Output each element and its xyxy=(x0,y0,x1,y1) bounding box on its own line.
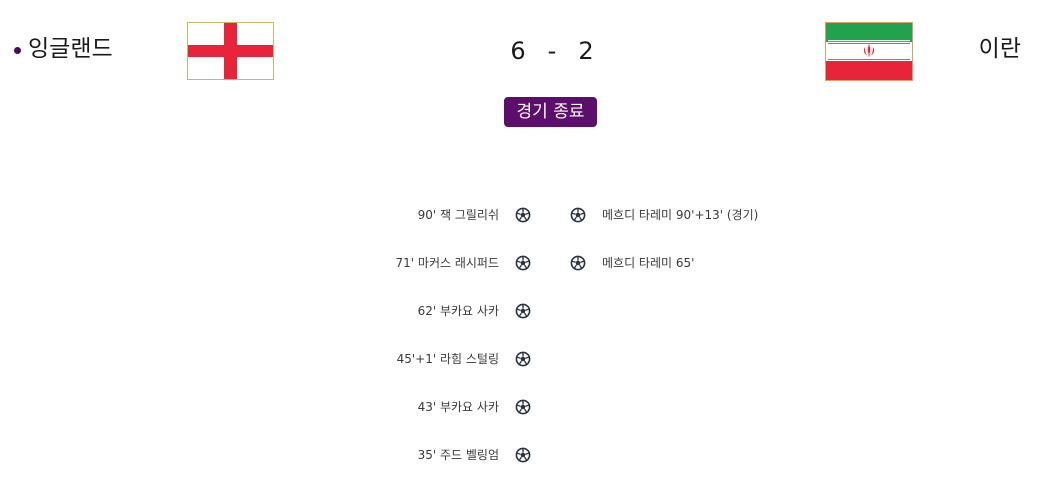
soccer-ball-icon xyxy=(515,303,531,319)
soccer-ball-icon xyxy=(570,207,586,223)
goal-event-text: 71' 마커스 래시퍼드 xyxy=(395,256,499,270)
home-score: 6 xyxy=(510,37,526,65)
goal-event-text: 메흐디 타레미 90'+13' (경기) xyxy=(602,208,759,222)
goal-event: 71' 마커스 래시퍼드 xyxy=(396,251,531,275)
goal-event-text: 35' 주드 벨링엄 xyxy=(417,448,499,462)
bullet-icon xyxy=(14,46,21,54)
goal-event: 35' 주드 벨링엄 xyxy=(396,443,531,467)
goal-event: 43' 부카요 사카 xyxy=(396,395,531,419)
match-status-badge: 경기 종료 xyxy=(504,97,597,127)
soccer-ball-icon xyxy=(515,447,531,463)
score-separator: - xyxy=(547,37,557,65)
goal-event-text: 메흐디 타레미 65' xyxy=(602,256,695,270)
goal-event: 62' 부카요 사카 xyxy=(396,299,531,323)
iran-flag-icon xyxy=(825,22,913,81)
away-score: 2 xyxy=(578,37,594,65)
soccer-ball-icon xyxy=(570,255,586,271)
scoreboard: 6 - 2 xyxy=(497,36,607,66)
goal-event: 메흐디 타레미 90'+13' (경기) xyxy=(570,203,758,227)
iran-flag-graphic xyxy=(826,23,912,80)
soccer-ball-icon xyxy=(515,207,531,223)
soccer-ball-icon xyxy=(515,255,531,271)
goal-event: 메흐디 타레미 65' xyxy=(570,251,758,275)
away-team[interactable]: 이란 xyxy=(979,34,1021,64)
soccer-ball-icon xyxy=(515,351,531,367)
away-goals-list: 메흐디 타레미 90'+13' (경기) 메흐디 타레미 65' xyxy=(570,203,758,299)
home-team[interactable]: 잉글랜드 xyxy=(14,34,113,64)
match-summary: 잉글랜드 6 - 2 경기 종료 이란 90' 잭 그릴리쉬 71' 마커스 래… xyxy=(0,0,1055,483)
england-flag-graphic xyxy=(188,23,273,79)
goal-event: 45'+1' 라힘 스털링 xyxy=(396,347,531,371)
goal-event-text: 90' 잭 그릴리쉬 xyxy=(417,208,499,222)
home-team-name[interactable]: 잉글랜드 xyxy=(28,34,113,64)
soccer-ball-icon xyxy=(515,399,531,415)
goal-event-text: 62' 부카요 사카 xyxy=(417,304,499,318)
goal-event-text: 45'+1' 라힘 스털링 xyxy=(396,352,499,366)
goal-event-text: 43' 부카요 사카 xyxy=(417,400,499,414)
away-team-name[interactable]: 이란 xyxy=(979,36,1021,62)
england-flag-icon xyxy=(187,22,274,80)
goal-event: 90' 잭 그릴리쉬 xyxy=(396,203,531,227)
home-goals-list: 90' 잭 그릴리쉬 71' 마커스 래시퍼드 62' 부카요 사카 45'+1… xyxy=(396,203,531,483)
